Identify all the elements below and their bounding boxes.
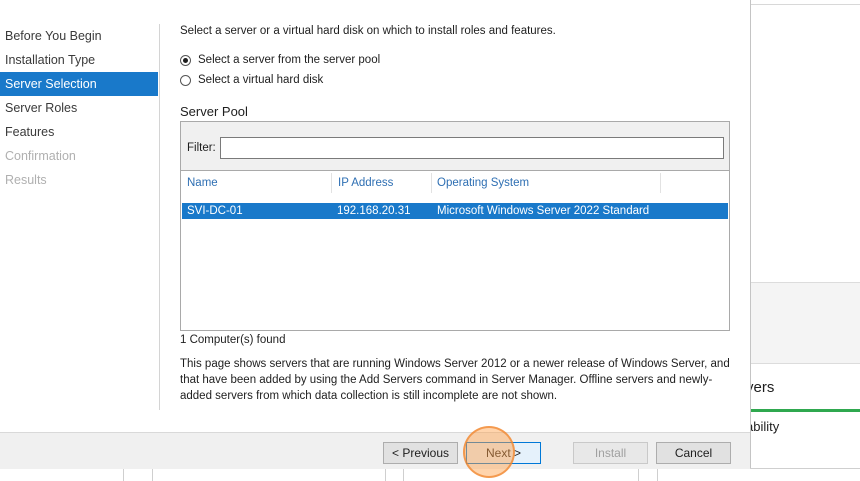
column-separator[interactable] <box>660 173 661 193</box>
column-separator[interactable] <box>431 173 432 193</box>
option-label: Select a virtual hard disk <box>198 74 324 86</box>
nav-divider <box>159 24 160 410</box>
server-manager-background: vers ability <box>746 0 860 480</box>
filter-band: Filter: <box>181 122 729 171</box>
next-button[interactable]: Next > <box>466 442 541 464</box>
nav-item-server-roles[interactable]: Server Roles <box>0 96 160 120</box>
column-divider <box>123 469 124 481</box>
instruction-text: Select a server or a virtual hard disk o… <box>180 25 556 37</box>
add-roles-wizard: Before You Begin Installation Type Serve… <box>0 0 751 469</box>
cell-name: SVI-DC-01 <box>187 205 243 217</box>
column-divider <box>657 469 658 481</box>
nav-item-features[interactable]: Features <box>0 120 160 144</box>
grid-header: Name IP Address Operating System <box>181 171 729 195</box>
nav-item-before-you-begin[interactable]: Before You Begin <box>0 24 160 48</box>
background-grid-header <box>0 468 860 481</box>
filter-label: Filter: <box>187 142 216 154</box>
column-divider <box>403 469 404 481</box>
nav-item-confirmation: Confirmation <box>5 149 76 163</box>
divider <box>750 4 860 5</box>
cancel-button[interactable]: Cancel <box>656 442 731 464</box>
description-text: This page shows servers that are running… <box>180 358 730 402</box>
nav-item-installation-type[interactable]: Installation Type <box>0 48 160 72</box>
column-divider <box>152 469 153 481</box>
tile-status-bar <box>750 409 860 412</box>
column-divider <box>385 469 386 481</box>
wizard-nav: Before You Begin Installation Type Serve… <box>0 24 160 192</box>
nav-item-results: Results <box>5 173 47 187</box>
option-virtual-disk[interactable]: Select a virtual hard disk <box>180 74 323 86</box>
previous-button[interactable]: < Previous <box>383 442 458 464</box>
table-row[interactable]: SVI-DC-01 192.168.20.31 Microsoft Window… <box>182 203 728 219</box>
server-pool-grid: Filter: Name IP Address Operating System… <box>180 121 730 331</box>
column-header-ip[interactable]: IP Address <box>338 171 393 195</box>
nav-item-server-selection[interactable]: Server Selection <box>0 72 158 96</box>
install-button: Install <box>573 442 648 464</box>
option-label: Select a server from the server pool <box>198 54 381 66</box>
computer-count: 1 Computer(s) found <box>180 334 286 346</box>
server-pool-title: Server Pool <box>180 104 248 119</box>
column-header-os[interactable]: Operating System <box>437 171 529 195</box>
column-separator[interactable] <box>331 173 332 193</box>
radio-checked-icon[interactable] <box>180 54 191 66</box>
background-panel <box>750 282 860 364</box>
column-header-name[interactable]: Name <box>187 171 218 195</box>
wizard-footer: < Previous Next > Install Cancel <box>0 432 750 469</box>
radio-unchecked-icon[interactable] <box>180 74 191 86</box>
cell-ip: 192.168.20.31 <box>337 205 411 217</box>
column-divider <box>638 469 639 481</box>
filter-input[interactable] <box>220 137 724 159</box>
option-server-pool[interactable]: Select a server from the server pool <box>180 54 380 66</box>
cell-os: Microsoft Windows Server 2022 Standard <box>437 205 650 217</box>
